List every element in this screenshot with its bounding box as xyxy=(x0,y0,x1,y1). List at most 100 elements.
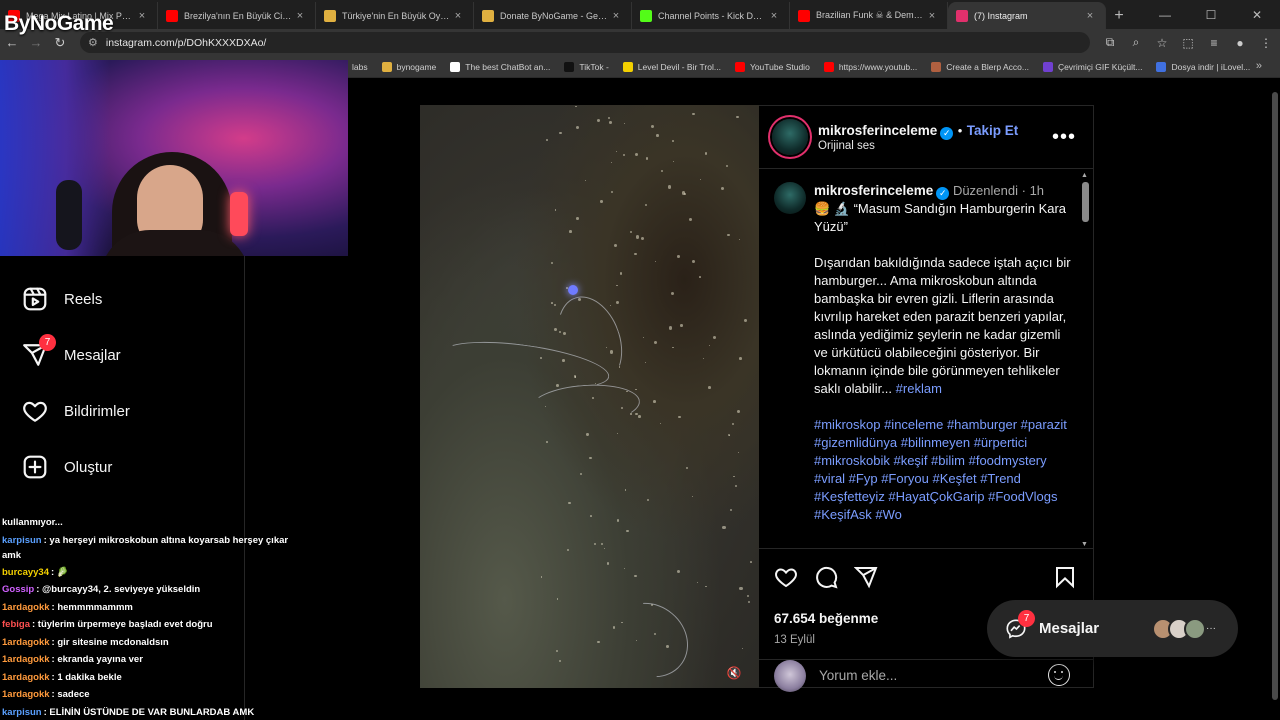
caption-body: Dışarıdan bakıldığında sadece iştah açıc… xyxy=(814,255,1071,396)
nav-item-reels[interactable]: Reels xyxy=(22,286,102,312)
likes-count[interactable]: 67.654 beğenme xyxy=(774,611,878,626)
tab-close-icon[interactable]: × xyxy=(1083,10,1097,22)
bookmark-label: https://www.youtub... xyxy=(838,61,918,72)
bookmark-favicon-icon xyxy=(564,61,575,72)
reel-video[interactable]: 🔇 xyxy=(420,105,759,688)
scroll-down-icon[interactable]: ▼ xyxy=(1081,541,1088,548)
new-tab-button[interactable]: + xyxy=(1106,2,1132,29)
messages-badge: 7 xyxy=(1018,609,1035,627)
audio-label[interactable]: Orijinal ses xyxy=(818,140,875,152)
video-speck xyxy=(721,186,725,190)
tab-close-icon[interactable]: × xyxy=(767,10,781,22)
video-speck xyxy=(729,509,732,512)
browser-tab[interactable]: (7) Instagram × xyxy=(948,2,1106,29)
video-speck xyxy=(722,525,726,530)
video-speck xyxy=(650,124,654,129)
caption-scrollbar[interactable]: ▲ ▼ xyxy=(1081,170,1089,548)
browser-tab[interactable]: Türkiye'nin En Büyük Oyuncu × xyxy=(316,2,474,29)
video-speck xyxy=(551,261,554,264)
video-speck xyxy=(673,160,675,162)
bookmark-favicon-icon xyxy=(823,61,834,72)
bookmarks-overflow-button[interactable]: » xyxy=(1256,60,1262,72)
video-speck xyxy=(726,233,730,237)
bookmark-item[interactable]: Dosya indir | iLovel... xyxy=(1156,61,1250,72)
bookmark-item[interactable]: The best ChatBot an... xyxy=(450,61,550,72)
comment-input[interactable] xyxy=(819,668,1039,683)
nav-item-heart[interactable]: Bildirimler xyxy=(22,398,130,424)
maximize-button[interactable]: ☐ xyxy=(1188,0,1234,29)
post-date[interactable]: 13 Eylül xyxy=(774,634,815,646)
bookmark-item[interactable]: Çevrimiçi GIF Küçült... xyxy=(1042,61,1143,72)
more-options-icon[interactable]: ••• xyxy=(1052,126,1076,149)
time-ago[interactable]: 1h xyxy=(1030,183,1044,198)
messages-floating-button[interactable]: 7 Mesajlar ··· xyxy=(987,600,1238,657)
mute-icon[interactable]: 🔇 xyxy=(723,666,745,684)
video-speck xyxy=(617,433,619,435)
author-username[interactable]: mikrosferinceleme xyxy=(818,123,937,138)
caption-username[interactable]: mikrosferinceleme xyxy=(814,183,933,198)
caption-scroll-thumb[interactable] xyxy=(1082,182,1089,222)
bookmark-item[interactable]: YouTube Studio xyxy=(734,61,810,72)
address-bar[interactable]: ⚙ instagram.com/p/DOhKXXXDXAo/ xyxy=(80,32,1090,53)
page-scrollbar[interactable] xyxy=(1270,80,1280,720)
bookmark-item[interactable]: https://www.youtub... xyxy=(823,61,918,72)
video-speck xyxy=(540,576,543,578)
tab-close-icon[interactable]: × xyxy=(293,10,307,22)
tab-close-icon[interactable]: × xyxy=(609,10,623,22)
video-speck xyxy=(696,581,698,583)
bookmark-label: Çevrimiçi GIF Küçült... xyxy=(1057,61,1143,72)
video-speck xyxy=(692,259,696,263)
tab-favicon-icon xyxy=(324,9,336,22)
install-app-icon[interactable]: ⧉ xyxy=(1102,35,1118,50)
hashtag-reklam[interactable]: #reklam xyxy=(896,381,942,396)
bookmark-star-icon[interactable]: ☆ xyxy=(1154,36,1170,50)
close-window-button[interactable]: ✕ xyxy=(1234,0,1280,29)
browser-tab[interactable]: Brazilian Funk ☠ & Dembow × xyxy=(790,2,948,29)
profile-avatar-icon[interactable]: ● xyxy=(1232,36,1248,50)
video-speck xyxy=(568,502,571,505)
caption-avatar[interactable] xyxy=(774,182,806,214)
zoom-icon[interactable]: ⌕ xyxy=(1128,35,1144,50)
site-info-icon[interactable]: ⚙ xyxy=(88,36,98,49)
video-speck xyxy=(699,178,702,181)
video-fiber-shape xyxy=(528,381,642,429)
tab-close-icon[interactable]: × xyxy=(925,10,939,22)
tab-close-icon[interactable]: × xyxy=(135,10,149,22)
bookmark-item[interactable]: TikTok - xyxy=(564,61,609,72)
browser-tab[interactable]: Donate ByNoGame - Gelen/Gi× xyxy=(474,2,632,29)
media-control-icon[interactable]: ≡ xyxy=(1206,36,1222,50)
video-speck xyxy=(699,276,701,278)
chat-text: : gir sitesine mcdonaldsın xyxy=(51,636,169,648)
reload-icon[interactable]: ↻ xyxy=(48,35,72,51)
emoji-icon[interactable] xyxy=(1048,664,1070,686)
menu-dots-icon[interactable]: ⋮ xyxy=(1258,36,1274,50)
messages-label: Mesajlar xyxy=(1039,620,1100,637)
video-speck xyxy=(747,601,751,604)
nav-item-create[interactable]: Oluştur xyxy=(22,454,112,480)
scroll-up-icon[interactable]: ▲ xyxy=(1081,172,1088,179)
chat-message: Gossip: @burcayy34, 2. seviyeye yükseldi… xyxy=(2,581,292,599)
author-avatar[interactable] xyxy=(772,119,808,155)
chat-username: karpisun xyxy=(2,534,42,546)
comment-icon[interactable] xyxy=(814,565,838,589)
page-scroll-thumb[interactable] xyxy=(1272,92,1278,700)
bookmark-item[interactable]: bynogame xyxy=(381,61,436,72)
back-icon[interactable]: ← xyxy=(0,35,24,50)
follow-button[interactable]: Takip Et xyxy=(967,123,1019,138)
bookmark-item[interactable]: Create a Blerp Acco... xyxy=(931,61,1029,72)
browser-tab[interactable]: Channel Points - Kick Dashbo × xyxy=(632,2,790,29)
bookmark-item[interactable]: labs xyxy=(352,62,368,72)
forward-icon[interactable]: → xyxy=(24,35,48,50)
save-bookmark-icon[interactable] xyxy=(1053,565,1077,589)
extensions-icon[interactable]: ⬚ xyxy=(1180,36,1196,50)
nav-item-messenger[interactable]: 7 Mesajlar xyxy=(22,334,121,368)
share-icon[interactable] xyxy=(854,565,878,589)
tab-close-icon[interactable]: × xyxy=(451,10,465,22)
video-speck xyxy=(579,473,582,476)
minimize-button[interactable]: — xyxy=(1142,0,1188,29)
hashtag-list[interactable]: #mikroskop #inceleme #hamburger #parazit… xyxy=(814,416,1072,524)
browser-tab[interactable]: Brezilya'nın En Büyük Cinayet × xyxy=(158,2,316,29)
like-heart-icon[interactable] xyxy=(774,565,798,589)
video-speck xyxy=(750,561,752,563)
bookmark-item[interactable]: Level Devil - Bir Trol... xyxy=(622,61,721,72)
